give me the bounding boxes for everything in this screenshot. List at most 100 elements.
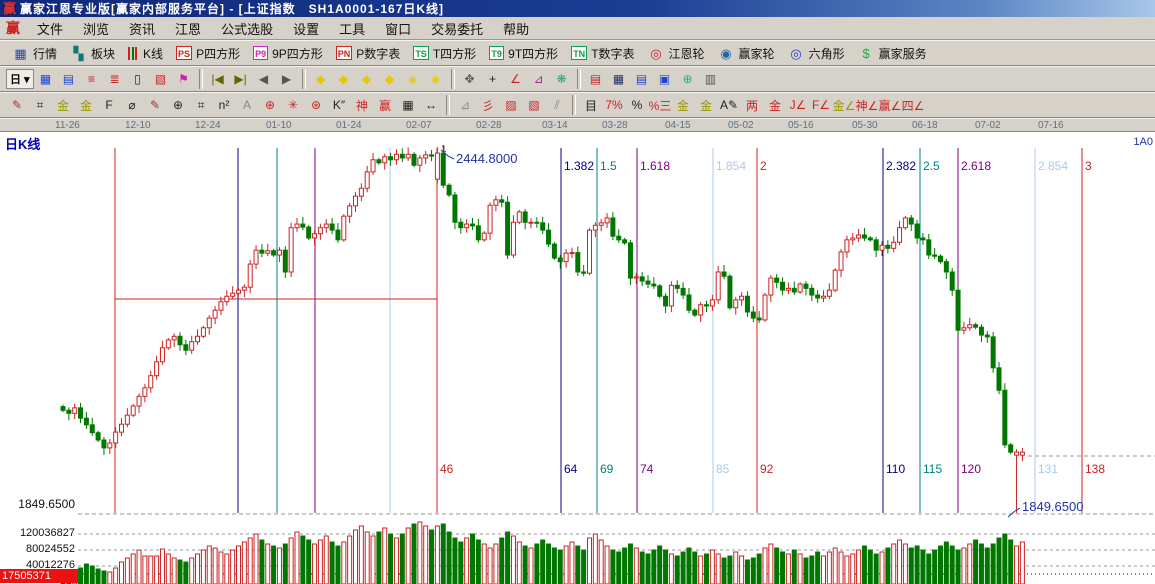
flag-tool-button[interactable]: ⚑ (173, 68, 195, 90)
shape-tool-button[interactable]: ⊿ (528, 68, 550, 90)
menu-item-3[interactable]: 江恩 (166, 17, 210, 40)
percent-3-button[interactable]: %三 (649, 94, 671, 116)
sectors-button[interactable]: ▚板块 (64, 42, 121, 65)
target-circle-button[interactable]: ⊕ (259, 94, 281, 116)
circle-cross-button[interactable]: ⊕ (167, 94, 189, 116)
next-bar-button[interactable]: ▶ (276, 68, 298, 90)
diamond-move-button[interactable]: ◈ (425, 68, 447, 90)
diamond-cross-button[interactable]: ◈ (402, 68, 424, 90)
n-square-button[interactable]: n² (213, 94, 235, 116)
chart-area[interactable]: 461.382641.5691.618741.854852922.3821102… (0, 132, 1155, 584)
grid-tool-button[interactable]: ⌗ (29, 94, 51, 116)
calendar-button[interactable]: ▤ (585, 68, 607, 90)
ying-line-button[interactable]: 赢∠ (879, 94, 901, 116)
winner-wheel-button[interactable]: ◉赢家轮 (712, 42, 781, 65)
diamond-contract-button[interactable]: ◆ (379, 68, 401, 90)
gold-grid-2-icon: 金 (80, 97, 92, 114)
menu-item-2[interactable]: 资讯 (120, 17, 164, 40)
gold-red-button[interactable]: 金 (764, 94, 786, 116)
menu-item-6[interactable]: 工具 (330, 17, 374, 40)
network-button[interactable]: ⊕ (677, 68, 699, 90)
pen-2-button[interactable]: ✎ (144, 94, 166, 116)
width-tool-button[interactable]: ↔ (420, 94, 442, 116)
menu-item-7[interactable]: 窗口 (376, 17, 420, 40)
9p-square-button[interactable]: P99P四方形 (247, 42, 329, 65)
candle-style-button[interactable]: ▯ (127, 68, 149, 90)
analyze-tool-button[interactable]: ❋ (551, 68, 573, 90)
matrix-grid-button[interactable]: ▦ (397, 94, 419, 116)
menu-item-4[interactable]: 公式选股 (212, 17, 282, 40)
diamond-expand-button[interactable]: ◆ (356, 68, 378, 90)
shade-grid-2-button[interactable]: ▧ (523, 94, 545, 116)
prev-bar-button[interactable]: ◀ (253, 68, 275, 90)
save-button[interactable]: ▣ (654, 68, 676, 90)
two-a-button[interactable]: 两 (741, 94, 763, 116)
quotes-button[interactable]: ▦行情 (6, 42, 63, 65)
candle-body (898, 228, 902, 243)
candle-body (61, 407, 65, 411)
calculator-button[interactable]: ▦ (608, 68, 630, 90)
shen-line-button[interactable]: 神∠ (856, 94, 878, 116)
volume-bar (418, 522, 422, 584)
f-grid-button[interactable]: F (98, 94, 120, 116)
brush-a-button[interactable]: A✎ (718, 94, 740, 116)
menu-item-9[interactable]: 帮助 (494, 17, 538, 40)
ying-tool-button[interactable]: 赢 (374, 94, 396, 116)
last-bar-button[interactable]: ▶| (230, 68, 252, 90)
winner-service-button[interactable]: $赢家服务 (852, 42, 933, 65)
gold-grid-2-button[interactable]: 金 (75, 94, 97, 116)
gold-circle-button[interactable]: 金 (672, 94, 694, 116)
web-tool-button[interactable]: ⊛ (305, 94, 327, 116)
dense-grid-button[interactable]: ⌗ (190, 94, 212, 116)
gold-lines-button[interactable]: 金 (695, 94, 717, 116)
kline-button[interactable]: K线 (122, 42, 169, 65)
p-square-button[interactable]: PSP四方形 (170, 42, 246, 65)
shen-tool-button[interactable]: 神 (351, 94, 373, 116)
gann-wheel-button[interactable]: ◎江恩轮 (642, 42, 711, 65)
info-panel-button[interactable]: ▤ (58, 68, 80, 90)
slant-lines-button[interactable]: ⫽ (546, 94, 568, 116)
chart-3-button[interactable]: ≡ (81, 68, 103, 90)
block-tool-button[interactable]: ▧ (150, 68, 172, 90)
a-tool-button[interactable]: A (236, 94, 258, 116)
gold-line-button[interactable]: 金∠ (833, 94, 855, 116)
pen-tool-button[interactable]: ✎ (6, 94, 28, 116)
f-line-button[interactable]: F∠ (810, 94, 832, 116)
diamond-left-button[interactable]: ◆ (310, 68, 332, 90)
period-select-button[interactable]: 日▾ (6, 69, 34, 89)
notes-button[interactable]: ▤ (631, 68, 653, 90)
j-line-button[interactable]: J∠ (787, 94, 809, 116)
gold-grid-1-button[interactable]: 金 (52, 94, 74, 116)
box-frame-button[interactable]: ⊿ (454, 94, 476, 116)
window-layout-button[interactable]: ▦ (35, 68, 57, 90)
k-mark-button[interactable]: K″ (328, 94, 350, 116)
list-tool-button[interactable]: 目 (580, 94, 602, 116)
percent-7-button[interactable]: 7% (603, 94, 625, 116)
fan-lines-button[interactable]: 彡 (477, 94, 499, 116)
print-button[interactable]: ▥ (700, 68, 722, 90)
candle-body (517, 212, 521, 222)
t-square-button[interactable]: TST四方形 (407, 42, 482, 65)
menu-item-5[interactable]: 设置 (284, 17, 328, 40)
star-burst-button[interactable]: ✳ (282, 94, 304, 116)
chart-9-button[interactable]: ≣ (104, 68, 126, 90)
four-line-button[interactable]: 四∠ (902, 94, 924, 116)
volume-bar (359, 526, 363, 584)
t-number-table-button[interactable]: TNT数字表 (565, 42, 640, 65)
candle-body (652, 284, 656, 286)
chart-canvas[interactable]: 461.382641.5691.618741.854852922.3821102… (0, 132, 1155, 584)
angle-tool-button[interactable]: ∠ (505, 68, 527, 90)
menu-item-1[interactable]: 浏览 (74, 17, 118, 40)
first-bar-button[interactable]: |◀ (207, 68, 229, 90)
hexagon-button[interactable]: ◎六角形 (782, 42, 851, 65)
percent-button[interactable]: % (626, 94, 648, 116)
diamond-right-button[interactable]: ◆ (333, 68, 355, 90)
menu-item-0[interactable]: 文件 (28, 17, 72, 40)
menu-item-8[interactable]: 交易委托 (422, 17, 492, 40)
9t-square-button[interactable]: T99T四方形 (483, 42, 564, 65)
crosshair-tool-button[interactable]: + (482, 68, 504, 90)
hand-tool-button[interactable]: ✥ (459, 68, 481, 90)
p-number-table-button[interactable]: PNP数字表 (330, 42, 407, 65)
spiral-9-button[interactable]: ⌀ (121, 94, 143, 116)
shade-grid-1-button[interactable]: ▨ (500, 94, 522, 116)
